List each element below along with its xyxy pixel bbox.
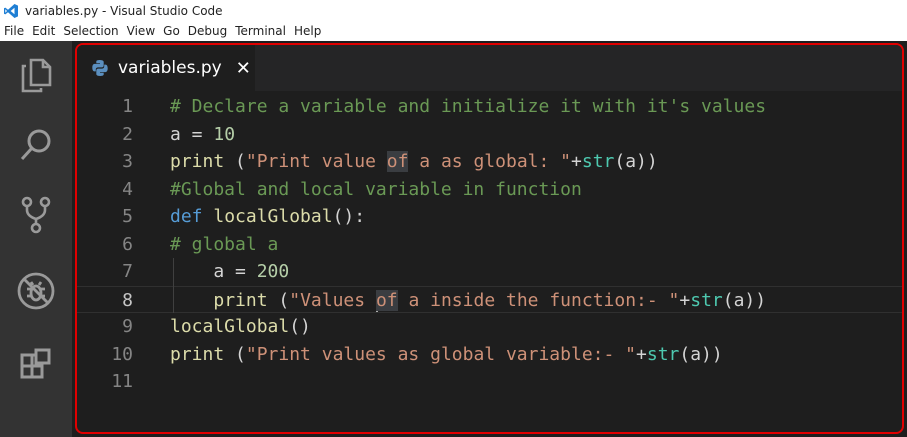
python-file-icon xyxy=(92,60,108,76)
editor-highlight-frame: variables.py ✕ 1 # Declare a variable and… xyxy=(75,43,904,434)
code-token: a = xyxy=(170,261,257,282)
menu-view[interactable]: View xyxy=(123,24,158,38)
code-token: + xyxy=(571,151,582,172)
code-token: (a)) xyxy=(614,151,658,172)
code-line[interactable]: 11 xyxy=(77,368,902,396)
line-number: 6 xyxy=(122,233,133,255)
code-text: a = 10 xyxy=(170,121,235,149)
title-bar: variables.py - Visual Studio Code xyxy=(0,0,907,21)
debug-icon[interactable] xyxy=(14,269,58,313)
code-token: "Print value xyxy=(245,151,387,172)
code-token: (a)) xyxy=(679,343,723,365)
window-title: variables.py - Visual Studio Code xyxy=(25,3,223,18)
code-token: "Print values as global variable:- " xyxy=(245,343,637,365)
extensions-icon[interactable] xyxy=(14,342,58,386)
line-number: 7 xyxy=(122,261,133,282)
code-token: (a)) xyxy=(722,289,767,311)
menu-edit[interactable]: Edit xyxy=(28,24,58,38)
code-line[interactable]: 8 print ("Values of a inside the functio… xyxy=(77,285,902,315)
code-token: print xyxy=(213,289,268,311)
activity-bar xyxy=(0,41,72,437)
code-line[interactable]: 2 a = 10 xyxy=(77,121,902,149)
code-token: print xyxy=(170,343,225,365)
line-number: 2 xyxy=(122,123,133,145)
indent-guide xyxy=(173,258,174,313)
tab-label: variables.py xyxy=(118,58,222,78)
code-line[interactable]: 9 localGlobal() xyxy=(77,313,902,341)
code-token: () xyxy=(289,316,311,337)
menu-bar: File Edit Selection View Go Debug Termin… xyxy=(0,21,907,41)
code-token: 200 xyxy=(256,261,290,282)
code-line[interactable]: 10 print ("Print values as global variabl… xyxy=(77,341,902,369)
menu-file[interactable]: File xyxy=(0,24,27,38)
code-line[interactable]: 6 # global a xyxy=(77,231,902,259)
code-editor[interactable]: 1 # Declare a variable and initialize it … xyxy=(77,91,902,432)
menu-terminal[interactable]: Terminal xyxy=(231,24,289,38)
line-number: 5 xyxy=(122,206,133,227)
code-token: of xyxy=(386,151,409,172)
code-token: str xyxy=(581,151,615,172)
code-text: #Global and local variable in function xyxy=(170,176,582,204)
code-token: a inside the function:- " xyxy=(397,289,680,311)
line-number: 11 xyxy=(111,371,133,392)
menu-help[interactable]: Help xyxy=(290,24,324,38)
code-text: print ("Print values as global variable:… xyxy=(170,341,723,369)
vscode-logo-icon xyxy=(4,3,18,18)
code-text: def localGlobal(): xyxy=(170,203,365,231)
code-token: def xyxy=(170,206,203,227)
code-text: print ("Print value of a as global: "+st… xyxy=(170,148,658,176)
code-token: of xyxy=(375,289,398,311)
code-line[interactable]: 3 print ("Print value of a as global: "+s… xyxy=(77,148,902,176)
menu-go[interactable]: Go xyxy=(159,24,183,38)
code-line[interactable]: 1 # Declare a variable and initialize it … xyxy=(77,93,902,121)
code-token: ( xyxy=(267,289,290,311)
code-token: # Declare a variable and initialize it w… xyxy=(170,96,767,117)
code-token: print xyxy=(170,151,225,172)
code-text: # global a xyxy=(170,231,278,259)
menu-debug[interactable]: Debug xyxy=(184,24,230,38)
code-text: a = 200 xyxy=(170,258,289,286)
close-icon[interactable]: ✕ xyxy=(236,58,251,79)
line-number: 3 xyxy=(122,151,133,172)
code-line[interactable]: 4 #Global and local variable in function xyxy=(77,176,902,204)
code-token: str xyxy=(690,289,723,311)
code-token: ( xyxy=(224,151,246,172)
code-token: str xyxy=(646,343,680,365)
line-number: 9 xyxy=(122,316,133,337)
code-token: localGlobal xyxy=(170,316,290,337)
code-text: print ("Values of a inside the function:… xyxy=(170,287,766,315)
code-line[interactable]: 7 a = 200 xyxy=(77,258,902,286)
line-number: 4 xyxy=(122,178,133,200)
line-number: 1 xyxy=(122,96,133,117)
code-token: + xyxy=(636,343,647,365)
explorer-icon[interactable] xyxy=(14,53,58,97)
code-line[interactable]: 5 def localGlobal(): xyxy=(77,203,902,231)
code-token: #Global and local variable in function xyxy=(170,178,582,200)
tab-variables-py[interactable]: variables.py ✕ xyxy=(77,45,255,91)
code-token: a = xyxy=(170,123,214,145)
code-token: a as global: " xyxy=(408,151,572,172)
code-text: # Declare a variable and initialize it w… xyxy=(170,93,766,121)
source-control-icon[interactable] xyxy=(14,193,58,237)
line-number: 8 xyxy=(122,289,133,311)
code-token: + xyxy=(679,289,691,311)
tab-strip: variables.py ✕ xyxy=(77,45,902,91)
code-token: "Values xyxy=(289,289,376,311)
code-text: localGlobal() xyxy=(170,313,311,341)
line-number: 10 xyxy=(111,343,133,365)
code-token: ( xyxy=(224,343,246,365)
code-token: 10 xyxy=(213,123,236,145)
menu-selection[interactable]: Selection xyxy=(59,24,121,38)
code-token: (): xyxy=(332,206,366,227)
search-icon[interactable] xyxy=(14,123,58,167)
code-token: # global a xyxy=(170,233,279,255)
code-token: localGlobal xyxy=(213,206,333,227)
